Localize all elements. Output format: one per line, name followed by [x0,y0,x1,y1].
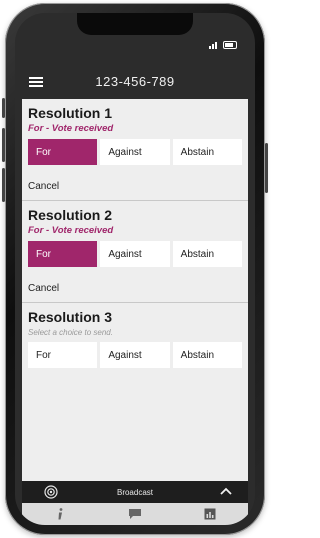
vote-status: For - Vote received [28,123,114,134]
menu-icon[interactable] [29,77,43,87]
status-bar [209,39,237,49]
phone-frame: 123-456-789 Resolution 1 For - Vote rece… [2,3,268,535]
volume-up-button [2,128,5,162]
chevron-up-icon[interactable] [218,484,234,498]
resolution-card: Resolution 2 For - Vote received For Aga… [22,201,248,303]
signal-icon [209,42,218,49]
volume-down-button [2,168,5,202]
choice-abstain[interactable]: Abstain [172,342,242,368]
app-header: 123-456-789 [15,63,255,99]
resolution-card: Resolution 1 For - Vote received For Aga… [22,99,248,201]
voting-panel: Resolution 1 For - Vote received For Aga… [22,99,248,481]
vote-status: For - Vote received [28,225,114,236]
choice-abstain[interactable]: Abstain [172,241,242,267]
resolution-title: Resolution 1 [28,105,113,121]
choice-against[interactable]: Against [100,241,170,267]
chat-icon[interactable] [125,506,145,522]
cancel-button[interactable]: Cancel [28,283,242,302]
choice-group: For Against Abstain [28,342,242,368]
choice-group: For Against Abstain [28,139,242,165]
resolution-card: Resolution 3 Select a choice to send. Fo… [22,303,248,368]
choice-against[interactable]: Against [100,139,170,165]
choice-against[interactable]: Against [100,342,170,368]
battery-icon [223,41,237,49]
choice-group: For Against Abstain [28,241,242,267]
broadcast-bar[interactable]: Broadcast [22,481,248,503]
choice-for[interactable]: For [28,241,98,267]
meeting-id: 123-456-789 [95,73,175,89]
chart-icon[interactable] [200,506,220,522]
resolution-title: Resolution 2 [28,207,113,223]
choice-for[interactable]: For [28,139,98,165]
power-button [265,143,268,193]
screen: 123-456-789 Resolution 1 For - Vote rece… [15,13,255,525]
info-icon[interactable] [50,506,70,522]
resolution-title: Resolution 3 [28,309,113,325]
mute-switch [2,98,5,118]
tab-bar [22,503,248,525]
choice-abstain[interactable]: Abstain [172,139,242,165]
broadcast-icon[interactable] [44,485,58,499]
cancel-button[interactable]: Cancel [28,181,242,200]
notch [77,13,193,35]
vote-hint: Select a choice to send. [28,328,113,337]
choice-for[interactable]: For [28,342,98,368]
